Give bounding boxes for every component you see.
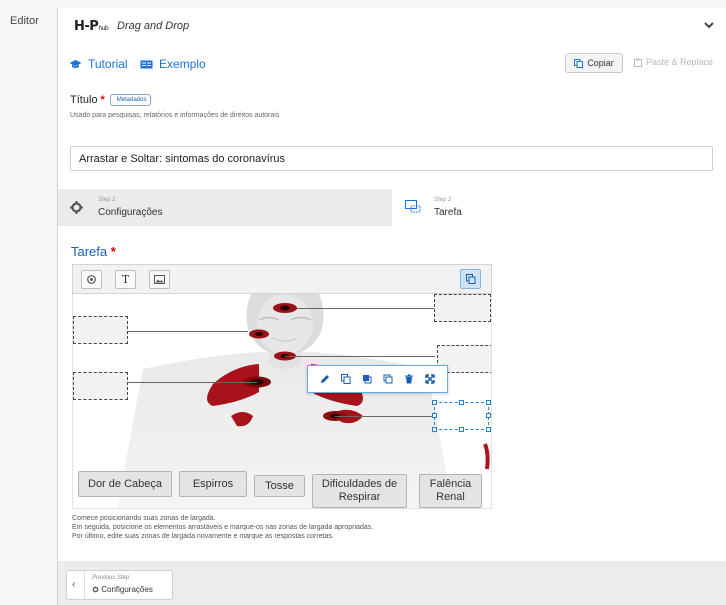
draggable-item[interactable]: Espirros (179, 471, 247, 497)
paste-replace-button[interactable]: Paste & Replace (634, 57, 713, 67)
title-description: Usado para pesquisas, relatórios e infor… (70, 112, 280, 119)
text-icon: T (121, 273, 130, 286)
step-configuracoes[interactable]: Step 1 Configurações (58, 189, 392, 226)
copy-icon (465, 274, 475, 284)
step-number: Step 1 (98, 197, 116, 203)
resize-handle[interactable] (486, 400, 491, 405)
example-icon (140, 60, 153, 68)
previous-step-title: Configurações (92, 585, 153, 594)
dropzone-connector (128, 382, 257, 383)
send-back-icon[interactable] (383, 374, 393, 384)
step-footer: ‹ Previous Step Configurações (58, 561, 726, 605)
image-icon (154, 275, 165, 284)
resize-handle[interactable] (432, 400, 437, 405)
title-field-block: Título * Metadados Usado para pesquisas,… (70, 94, 720, 119)
previous-step-button[interactable]: ‹ Previous Step Configurações (66, 570, 173, 600)
task-canvas[interactable]: Dor de Cabeça Espirros Tosse Dificuldade… (72, 294, 492, 509)
image-tool-button[interactable] (149, 270, 170, 289)
dropzone-connector (335, 416, 434, 417)
gear-icon (92, 586, 99, 593)
gear-icon (70, 201, 83, 214)
bring-front-icon[interactable] (362, 374, 372, 384)
dropzone[interactable] (73, 372, 128, 400)
dnd-editor-toolbar: T (72, 264, 492, 294)
step-title: Configurações (98, 207, 163, 218)
content-type-header[interactable]: H-Phub Drag and Drop (58, 8, 726, 44)
dropzone-connector (297, 308, 434, 309)
graduation-cap-icon (69, 60, 82, 68)
dropzone-tool-button[interactable] (81, 270, 102, 289)
step-number: Step 2 (434, 197, 452, 203)
h5p-logo: H-Phub (74, 19, 109, 34)
target-icon (87, 275, 96, 284)
editor-panel: H-Phub Drag and Drop Tutorial Exemplo Co… (57, 8, 726, 605)
dropzone-connector (128, 331, 248, 332)
dropzone[interactable] (73, 316, 128, 344)
title-input[interactable]: Arrastar e Soltar: sintomas do coronavír… (70, 146, 713, 171)
resize-handle[interactable] (486, 413, 491, 418)
paste-tool-button[interactable] (460, 269, 481, 289)
steps-bar: Step 1 Configurações Step 2 Tarefa (58, 189, 726, 226)
element-context-toolbar (307, 365, 448, 393)
resize-handle[interactable] (459, 400, 464, 405)
previous-step-label: Previous Step (92, 575, 130, 581)
required-mark: * (110, 244, 116, 259)
copy-icon[interactable] (340, 374, 351, 384)
dropzone-selected[interactable] (432, 400, 491, 432)
resize-handle[interactable] (432, 413, 437, 418)
chevron-down-icon[interactable] (704, 18, 714, 32)
dropzone-connector (285, 356, 435, 357)
task-instructions: Comece posicionando suas zonas de largad… (72, 515, 374, 540)
library-name: Drag and Drop (117, 20, 190, 32)
draggable-item[interactable]: Dificuldades de Respirar (312, 474, 407, 508)
resize-handle[interactable] (432, 427, 437, 432)
resize-handle[interactable] (486, 427, 491, 432)
editor-toolbar: Tutorial Exemplo Copiar Paste & Replace (58, 53, 726, 75)
resize-handle[interactable] (459, 427, 464, 432)
draggable-item[interactable]: Dor de Cabeça (78, 471, 172, 497)
text-tool-button[interactable]: T (115, 270, 136, 289)
draggable-item[interactable]: Tosse (254, 475, 305, 497)
trash-icon[interactable] (404, 374, 414, 384)
example-link[interactable]: Exemplo (140, 57, 206, 71)
step-tarefa[interactable]: Step 2 Tarefa (392, 189, 726, 226)
title-label: Título * Metadados (70, 94, 720, 106)
task-icon (405, 200, 421, 213)
step-title: Tarefa (434, 207, 462, 218)
task-heading: Tarefa * (71, 244, 116, 259)
pencil-icon[interactable] (320, 374, 330, 384)
paste-icon (634, 58, 642, 67)
editor-label: Editor (10, 15, 39, 27)
chevron-left-icon: ‹ (72, 579, 76, 590)
copy-icon (574, 58, 584, 68)
expand-icon[interactable] (425, 374, 436, 384)
dropzone[interactable] (434, 294, 491, 322)
draggable-item[interactable]: Falência Renal (419, 474, 482, 508)
copy-button[interactable]: Copiar (565, 53, 623, 73)
required-mark: * (100, 94, 105, 106)
tutorial-link[interactable]: Tutorial (69, 57, 128, 71)
metadata-button[interactable]: Metadados (109, 94, 152, 106)
divider (84, 571, 85, 599)
